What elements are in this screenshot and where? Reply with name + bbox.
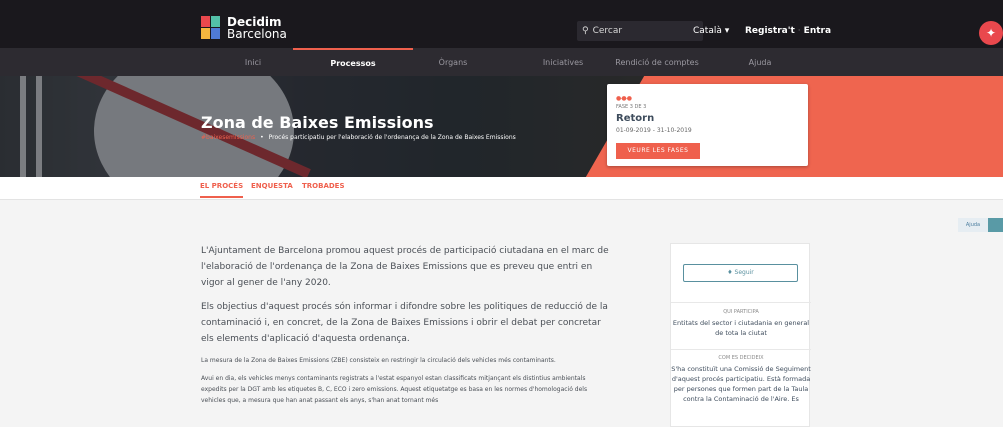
help-icon[interactable] bbox=[988, 218, 1003, 232]
who-participates-section: QUI PARTICIPA Entitats del sector i ciut… bbox=[671, 309, 811, 338]
vehicles-paragraph: Avui en dia, els vehicles menys contamin… bbox=[201, 375, 588, 404]
language-selector[interactable]: Català ▾ bbox=[693, 26, 729, 36]
view-phases-button[interactable]: VEURE LES FASES bbox=[616, 143, 700, 159]
follow-button[interactable]: ♦ Seguir bbox=[683, 264, 798, 282]
search-icon: ⚲ bbox=[582, 26, 589, 36]
top-bar: Decidim Barcelona ⚲ Cercar Català ▾ Regis… bbox=[0, 0, 1003, 48]
phase-progress-icon: ●-●-● bbox=[616, 95, 632, 102]
how-decided-heading: COM ES DECIDEIX bbox=[718, 355, 764, 361]
nav-item-ajuda[interactable]: Ajuda bbox=[700, 48, 820, 76]
logo-icon bbox=[201, 16, 220, 40]
bell-icon: ♦ bbox=[727, 269, 733, 276]
who-participates-heading: QUI PARTICIPA bbox=[723, 309, 759, 315]
help-label: Ajuda bbox=[958, 218, 988, 232]
follow-label: Seguir bbox=[734, 269, 754, 276]
help-widget[interactable]: Ajuda bbox=[958, 218, 1003, 232]
hashtag-link[interactable]: #baixesemissions bbox=[201, 134, 255, 141]
process-sidebar: ♦ Seguir QUI PARTICIPA Entitats del sect… bbox=[670, 243, 811, 427]
main-navigation: Inici Processos Òrgans Iniciatives Rendi… bbox=[0, 48, 1003, 76]
nav-item-rendicio[interactable]: Rendició de comptes bbox=[597, 48, 717, 76]
language-label: Català bbox=[693, 26, 722, 36]
process-description-body: L'Ajuntament de Barcelona promou aquest … bbox=[201, 243, 611, 413]
objectives-paragraph: Els objectius d'aquest procés són inform… bbox=[201, 302, 608, 344]
logo-subtitle: Barcelona bbox=[227, 27, 287, 41]
phase-dates: 01-09-2019 - 31-10-2019 bbox=[616, 127, 692, 134]
how-decided-text: S'ha constituït una Comissió de Seguimen… bbox=[671, 365, 811, 403]
process-title: Zona de Baixes Emissions bbox=[201, 113, 434, 132]
phase-card: ●-●-● FASE 3 DE 3 Retorn 01-09-2019 - 31… bbox=[607, 84, 808, 166]
process-description: Procés participatiu per l'elaboració de … bbox=[268, 134, 516, 141]
tab-enquesta[interactable]: ENQUESTA bbox=[251, 182, 293, 196]
chevron-down-icon: ▾ bbox=[724, 26, 730, 36]
tab-el-proces[interactable]: EL PROCÉS bbox=[200, 182, 244, 198]
nav-item-organs[interactable]: Òrgans bbox=[393, 48, 513, 76]
process-tabs: EL PROCÉS ENQUESTA TROBADES bbox=[0, 177, 1003, 200]
search-placeholder: Cercar bbox=[592, 26, 623, 36]
process-subtitle: #baixesemissions • Procés participatiu per… bbox=[201, 134, 516, 141]
measure-paragraph: La mesura de la Zona de Baixes Emissions… bbox=[201, 357, 556, 364]
register-link[interactable]: Registra't bbox=[745, 26, 795, 36]
decidim-logo[interactable]: Decidim Barcelona bbox=[201, 16, 287, 40]
login-link[interactable]: Entra bbox=[804, 26, 831, 36]
who-participates-text: Entitats del sector i ciutadania en gene… bbox=[672, 319, 810, 337]
process-hero: Zona de Baixes Emissions #baixesemission… bbox=[0, 76, 1003, 177]
phase-name: Retorn bbox=[616, 113, 655, 124]
phase-number: FASE 3 DE 3 bbox=[616, 104, 647, 110]
intro-paragraph: L'Ajuntament de Barcelona promou aquest … bbox=[201, 246, 609, 288]
how-decided-section: COM ES DECIDEIX S'ha constituït una Comi… bbox=[671, 355, 811, 404]
tab-trobades[interactable]: TROBADES bbox=[302, 182, 345, 196]
city-brand-icon[interactable]: ✦ bbox=[979, 21, 1003, 45]
search-input[interactable]: ⚲ Cercar bbox=[577, 21, 703, 41]
separator: · bbox=[797, 26, 801, 36]
